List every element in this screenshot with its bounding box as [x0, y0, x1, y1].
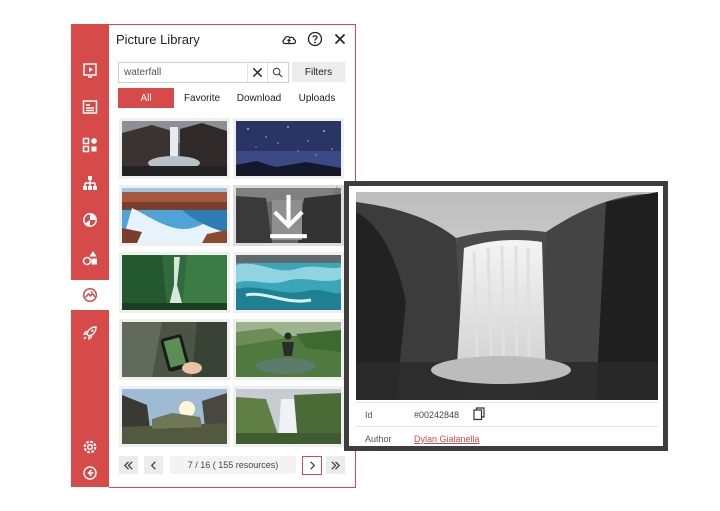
- preview-image: [356, 192, 658, 400]
- panel-title: Picture Library: [116, 32, 200, 47]
- download-icon: [270, 194, 307, 239]
- last-page-button[interactable]: [326, 456, 345, 474]
- filters-button[interactable]: Filters: [292, 62, 345, 82]
- close-icon: [252, 67, 263, 78]
- next-page-button[interactable]: [302, 456, 322, 475]
- search-input[interactable]: [119, 63, 244, 82]
- shapes-icon: [82, 251, 97, 266]
- id-label: Id: [365, 410, 373, 420]
- bw-waterfall-preview: [356, 192, 658, 400]
- help-icon: [307, 31, 323, 47]
- sidebar-item-widgets[interactable]: [71, 130, 109, 160]
- color-palette-icon: [83, 213, 97, 227]
- tab-download[interactable]: Download: [233, 88, 285, 108]
- starry-sky-image: [236, 121, 341, 176]
- widgets-icon: [82, 137, 97, 153]
- image-thumbnail[interactable]: [119, 185, 230, 246]
- back-arrow-icon: [83, 466, 97, 480]
- play-slide-icon: [83, 63, 97, 78]
- copy-icon[interactable]: [473, 407, 485, 421]
- rocket-icon: [82, 326, 97, 341]
- waterfall-dusk-image: [122, 121, 227, 176]
- green-cliff-waterfall-image: [236, 389, 341, 444]
- image-thumbnail[interactable]: [233, 118, 344, 179]
- chevron-right-icon: [309, 461, 315, 470]
- sidebar-back[interactable]: [71, 458, 109, 488]
- sidebar-item-launch[interactable]: [71, 318, 109, 348]
- tab-all[interactable]: All: [118, 88, 174, 108]
- tab-favorite[interactable]: Favorite: [176, 88, 228, 108]
- double-chevron-right-icon: [331, 460, 341, 470]
- phone-photo-image: [122, 322, 227, 377]
- hierarchy-icon: [83, 176, 97, 190]
- search-box: [118, 62, 289, 83]
- image-preview-popup: Id #00242848 Author Dylan Gialanella: [344, 181, 668, 451]
- image-thumbnail[interactable]: [119, 319, 230, 380]
- jumping-lake-image: [236, 322, 341, 377]
- help-button[interactable]: [307, 31, 323, 47]
- tab-uploads[interactable]: Uploads: [291, 88, 343, 108]
- id-row: Id #00242848: [356, 402, 658, 427]
- cloud-upload-button[interactable]: [281, 31, 297, 47]
- image-thumbnail[interactable]: [233, 319, 344, 380]
- canyon-waterfall-image: [122, 188, 227, 243]
- image-thumbnail[interactable]: [119, 386, 230, 447]
- sidebar-item-shapes[interactable]: [71, 243, 109, 273]
- search-icon: [272, 67, 283, 78]
- turquoise-rapids-image: [236, 255, 341, 310]
- page-indicator[interactable]: 7 / 16 ( 155 resources): [170, 456, 296, 474]
- id-value: #00242848: [414, 410, 460, 420]
- close-icon: [334, 33, 346, 45]
- sidebar-item-text-layouts[interactable]: [71, 92, 109, 122]
- canyon-sunset-image: [122, 389, 227, 444]
- double-chevron-left-icon: [123, 460, 133, 470]
- forest-waterfall-image: [122, 255, 227, 310]
- clear-search-button[interactable]: [247, 63, 268, 82]
- chevron-left-icon: [150, 460, 156, 470]
- image-thumbnail[interactable]: [233, 252, 344, 313]
- text-layout-icon: [82, 100, 98, 114]
- settings-icon: [83, 440, 97, 454]
- close-button[interactable]: [332, 31, 348, 47]
- first-page-button[interactable]: [119, 456, 138, 474]
- cloud-upload-icon: [282, 36, 297, 45]
- sidebar-item-slideshow[interactable]: [71, 55, 109, 85]
- image-thumbnail-hovered[interactable]: [233, 185, 344, 246]
- author-label: Author: [365, 434, 392, 444]
- author-row: Author Dylan Gialanella: [356, 426, 658, 451]
- image-thumbnail[interactable]: [119, 118, 230, 179]
- search-button[interactable]: [268, 63, 287, 82]
- author-link[interactable]: Dylan Gialanella: [414, 434, 480, 444]
- sidebar-item-hierarchy[interactable]: [71, 168, 109, 198]
- picture-icon: [82, 287, 98, 303]
- image-thumbnail[interactable]: [233, 386, 344, 447]
- sidebar: [71, 24, 109, 487]
- sidebar-item-colors[interactable]: [71, 205, 109, 235]
- sidebar-item-pictures[interactable]: [71, 280, 109, 310]
- image-thumbnail[interactable]: [119, 252, 230, 313]
- picture-library-panel: Picture Library Filters All Favorite Dow…: [109, 24, 356, 488]
- download-overlay[interactable]: [236, 188, 341, 243]
- prev-page-button[interactable]: [144, 456, 163, 474]
